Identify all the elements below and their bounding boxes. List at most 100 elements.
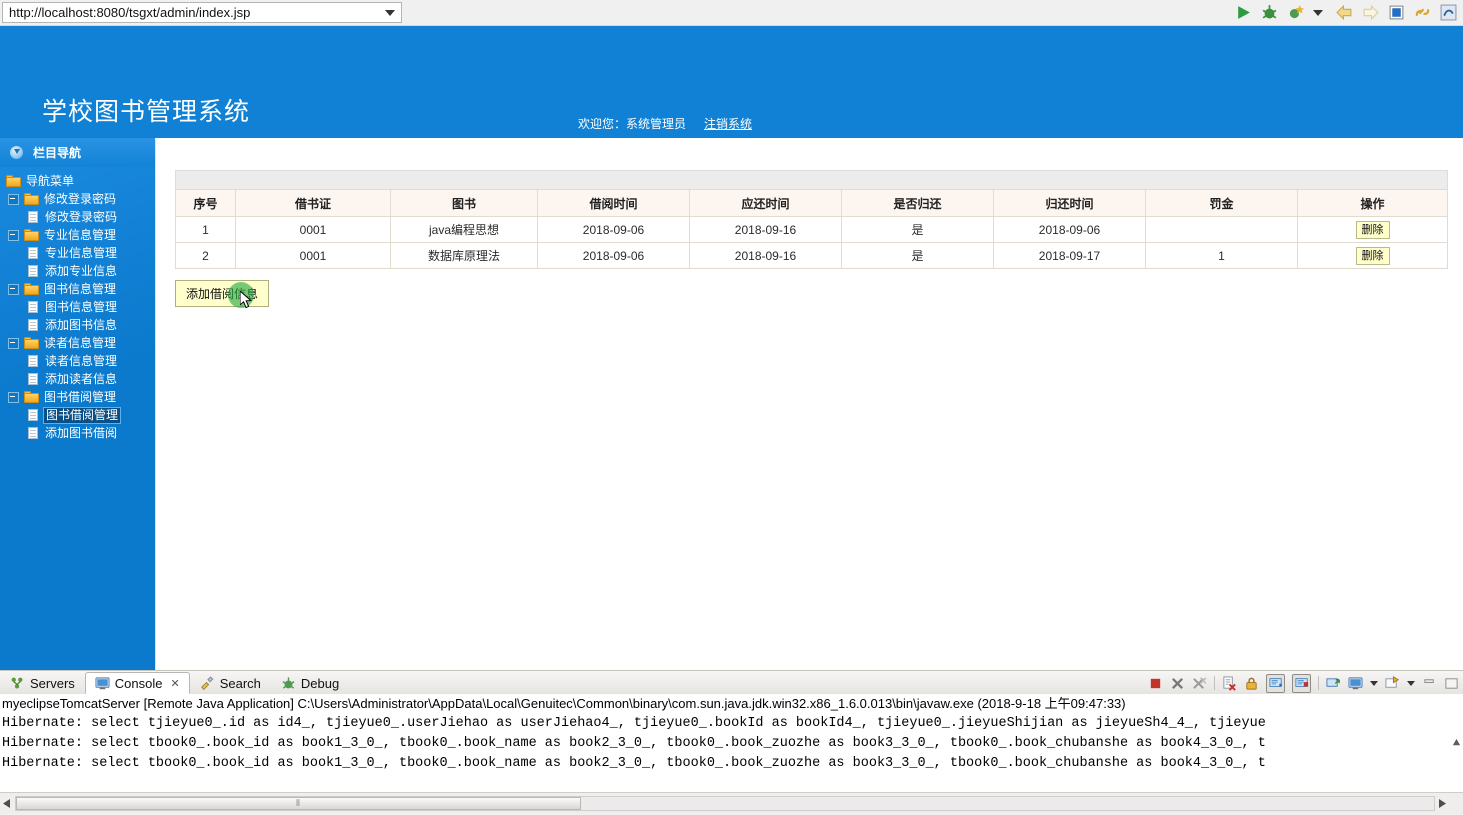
scroll-right-button[interactable] — [1435, 793, 1449, 814]
console-toolbar — [1148, 673, 1459, 693]
display-selected-console-dropdown-icon[interactable] — [1370, 680, 1378, 686]
open-console-icon[interactable] — [1385, 675, 1400, 691]
nav-group-reader[interactable]: 读者信息管理 — [0, 334, 155, 352]
cell-fine: 1 — [1145, 242, 1298, 269]
url-combobox[interactable]: http://localhost:8080/tsgxt/admin/index.… — [2, 2, 402, 23]
delete-button[interactable]: 删除 — [1355, 220, 1390, 239]
table-row: 1 0001 java编程思想 2018-09-06 2018-09-16 是 … — [175, 216, 1449, 243]
page-icon — [28, 354, 39, 368]
link-icon[interactable] — [1414, 4, 1431, 21]
app-window: http://localhost:8080/tsgxt/admin/index.… — [0, 0, 1463, 815]
page-title: 学校图书管理系统 — [42, 97, 251, 126]
open-console-dropdown-icon[interactable] — [1407, 680, 1415, 686]
maximize-icon[interactable] — [1444, 676, 1459, 691]
stop-icon[interactable] — [1388, 4, 1405, 21]
borrow-table-wrapper: 序号 借书证 图书 借阅时间 应还时间 是否归还 归还时间 罚金 操作 1 00… — [174, 170, 1449, 269]
nav-group-major[interactable]: 专业信息管理 — [0, 226, 155, 244]
collapse-icon[interactable] — [8, 229, 19, 241]
forward-icon[interactable] — [1362, 4, 1379, 21]
borrow-table: 序号 借书证 图书 借阅时间 应还时间 是否归还 归还时间 罚金 操作 1 00… — [174, 170, 1449, 269]
tab-label: Console — [114, 675, 163, 691]
col-header-returned: 是否归还 — [841, 189, 994, 217]
nav-group-label: 图书信息管理 — [44, 282, 117, 296]
sidebar-item-borrow-add[interactable]: 添加图书借阅 — [0, 424, 155, 442]
scroll-up-icon[interactable] — [1452, 738, 1461, 747]
delete-button[interactable]: 删除 — [1355, 246, 1390, 265]
remove-all-launches-icon[interactable] — [1192, 676, 1207, 691]
add-borrow-record-button[interactable]: 添加借阅信息 — [175, 280, 270, 307]
tab-label: Servers — [30, 676, 75, 691]
sidebar-item-book-add[interactable]: 添加图书信息 — [0, 316, 155, 334]
col-header-return-date: 归还时间 — [993, 189, 1146, 217]
tab-debug[interactable]: Debug — [271, 673, 349, 694]
folder-icon — [24, 283, 39, 295]
url-text[interactable]: http://localhost:8080/tsgxt/admin/index.… — [9, 5, 385, 20]
sidebar-item-borrow-manage[interactable]: 图书借阅管理 — [0, 406, 155, 424]
collapse-icon[interactable] — [8, 283, 19, 295]
open-external-browser-icon[interactable] — [1440, 4, 1457, 21]
scroll-lock-glyph — [1268, 678, 1282, 687]
nav-item-label: 添加读者信息 — [45, 372, 118, 386]
tab-console[interactable]: Console ✕ — [84, 672, 190, 694]
browser-toolbar — [1235, 4, 1463, 21]
debug-icon[interactable] — [1261, 4, 1278, 21]
nav-root[interactable]: 导航菜单 — [0, 172, 155, 190]
toolbar-dropdown-icon[interactable] — [1313, 9, 1323, 16]
cell-action: 删除 — [1296, 216, 1449, 243]
scrollbar-track[interactable]: ⦀ — [15, 796, 1435, 811]
tab-servers[interactable]: Servers — [0, 673, 85, 694]
scrollbar-thumb[interactable]: ⦀ — [16, 797, 581, 810]
nav-item-label: 添加图书信息 — [45, 318, 118, 332]
terminate-icon[interactable] — [1148, 676, 1163, 691]
nav-item-label: 读者信息管理 — [45, 354, 118, 368]
nav-group-borrow[interactable]: 图书借阅管理 — [0, 388, 155, 406]
cell-book: 数据库原理法 — [390, 242, 538, 269]
tab-search[interactable]: Search — [190, 673, 271, 694]
nav-group-label: 读者信息管理 — [44, 336, 117, 350]
run-icon[interactable] — [1235, 4, 1252, 21]
sidebar-item-major-manage[interactable]: 专业信息管理 — [0, 244, 155, 262]
console-horizontal-scrollbar[interactable]: ⦀ — [0, 793, 1463, 814]
folder-icon — [24, 229, 39, 241]
nav-item-label: 添加图书借阅 — [45, 426, 118, 440]
lock-scroll-icon[interactable] — [1244, 676, 1259, 691]
show-console-when-output-icon[interactable] — [1292, 673, 1311, 693]
scroll-left-button[interactable] — [0, 793, 14, 814]
chevron-down-icon[interactable] — [385, 9, 395, 16]
cell-book: java编程思想 — [390, 216, 538, 243]
back-icon[interactable] — [1336, 4, 1353, 21]
page-icon — [28, 246, 39, 260]
cell-returned: 是 — [841, 216, 994, 243]
console-output[interactable]: myeclipseTomcatServer [Remote Java Appli… — [0, 694, 1463, 793]
remove-launch-icon[interactable] — [1170, 676, 1185, 691]
sidebar: 栏目导航 导航菜单 修改登录密码 修改登录密码 专业信息管理 专业信息管理 添加… — [0, 138, 155, 670]
nav-group-book[interactable]: 图书信息管理 — [0, 280, 155, 298]
display-selected-console-icon[interactable] — [1348, 676, 1363, 691]
col-header-card: 借书证 — [235, 189, 391, 217]
console-log-line: Hibernate: select tjieyue0_.id as id4_, … — [2, 716, 1266, 731]
collapse-icon[interactable] — [8, 391, 19, 403]
cell-returned: 是 — [841, 242, 994, 269]
collapse-icon[interactable] — [8, 193, 19, 205]
collapse-icon[interactable] — [8, 337, 19, 349]
console-log-line: Hibernate: select tbook0_.book_id as boo… — [2, 736, 1266, 751]
nav-group-password[interactable]: 修改登录密码 — [0, 190, 155, 208]
logout-link[interactable]: 注销系统 — [704, 115, 752, 132]
folder-icon — [24, 391, 39, 403]
pin-console-icon[interactable] — [1326, 676, 1341, 691]
sidebar-item-reader-add[interactable]: 添加读者信息 — [0, 370, 155, 388]
scroll-lock-icon[interactable] — [1266, 673, 1285, 693]
external-tools-icon[interactable] — [1287, 4, 1304, 21]
col-header-no: 序号 — [175, 189, 236, 217]
sidebar-item-book-manage[interactable]: 图书信息管理 — [0, 298, 155, 316]
sidebar-item-reader-manage[interactable]: 读者信息管理 — [0, 352, 155, 370]
sidebar-item-change-password[interactable]: 修改登录密码 — [0, 208, 155, 226]
cell-no: 1 — [175, 216, 236, 243]
clear-console-icon[interactable] — [1222, 675, 1237, 691]
table-top-band — [174, 170, 1449, 190]
sidebar-item-major-add[interactable]: 添加专业信息 — [0, 262, 155, 280]
nav-group-label: 专业信息管理 — [44, 228, 117, 242]
close-icon[interactable]: ✕ — [171, 677, 180, 690]
minimize-icon[interactable] — [1422, 676, 1437, 691]
nav-root-label: 导航菜单 — [26, 174, 75, 188]
